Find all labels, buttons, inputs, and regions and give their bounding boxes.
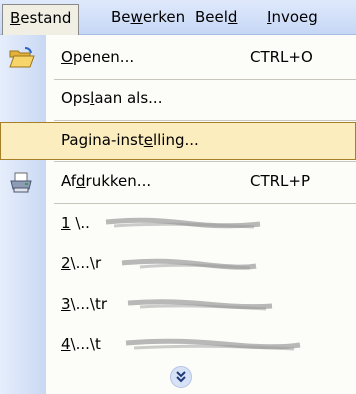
shortcut-text: CTRL+O: [250, 48, 313, 66]
printer-icon: [9, 172, 33, 198]
menu-bar: Bestand Bewerken Beeld Invoeg: [0, 0, 356, 35]
menu-bestand[interactable]: Bestand: [2, 4, 80, 35]
recent-file-4[interactable]: 4\...\t: [0, 326, 356, 366]
redacted-scribble: [105, 217, 261, 229]
file-menu-dropdown: Openen... CTRL+O Opslaan als... Pagina-i…: [0, 35, 356, 394]
separator: [54, 161, 356, 162]
separator: [54, 203, 356, 204]
menu-invoegen[interactable]: Invoeg: [260, 4, 325, 30]
menu-item-page-setup[interactable]: Pagina-instelling...: [0, 122, 356, 160]
recent-file-3[interactable]: 3\...\tr: [0, 286, 356, 326]
menu-item-open[interactable]: Openen... CTRL+O: [0, 39, 356, 79]
shortcut-text: CTRL+P: [250, 172, 311, 190]
redacted-scribble: [125, 338, 301, 351]
separator: [54, 120, 356, 121]
folder-open-icon: [9, 47, 35, 73]
menu-beeld[interactable]: Beeld: [188, 4, 244, 30]
redacted-scribble: [121, 258, 257, 270]
menu-bewerken[interactable]: Bewerken: [104, 4, 192, 30]
menu-item-print[interactable]: Afdrukken... CTRL+P: [0, 163, 356, 203]
recent-file-2[interactable]: 2\...\r: [0, 245, 356, 285]
chevron-double-down-icon[interactable]: [170, 366, 192, 388]
redacted-scribble: [127, 299, 273, 311]
menu-item-save-as[interactable]: Opslaan als...: [0, 80, 356, 120]
recent-file-1[interactable]: 1 \..: [0, 205, 356, 245]
